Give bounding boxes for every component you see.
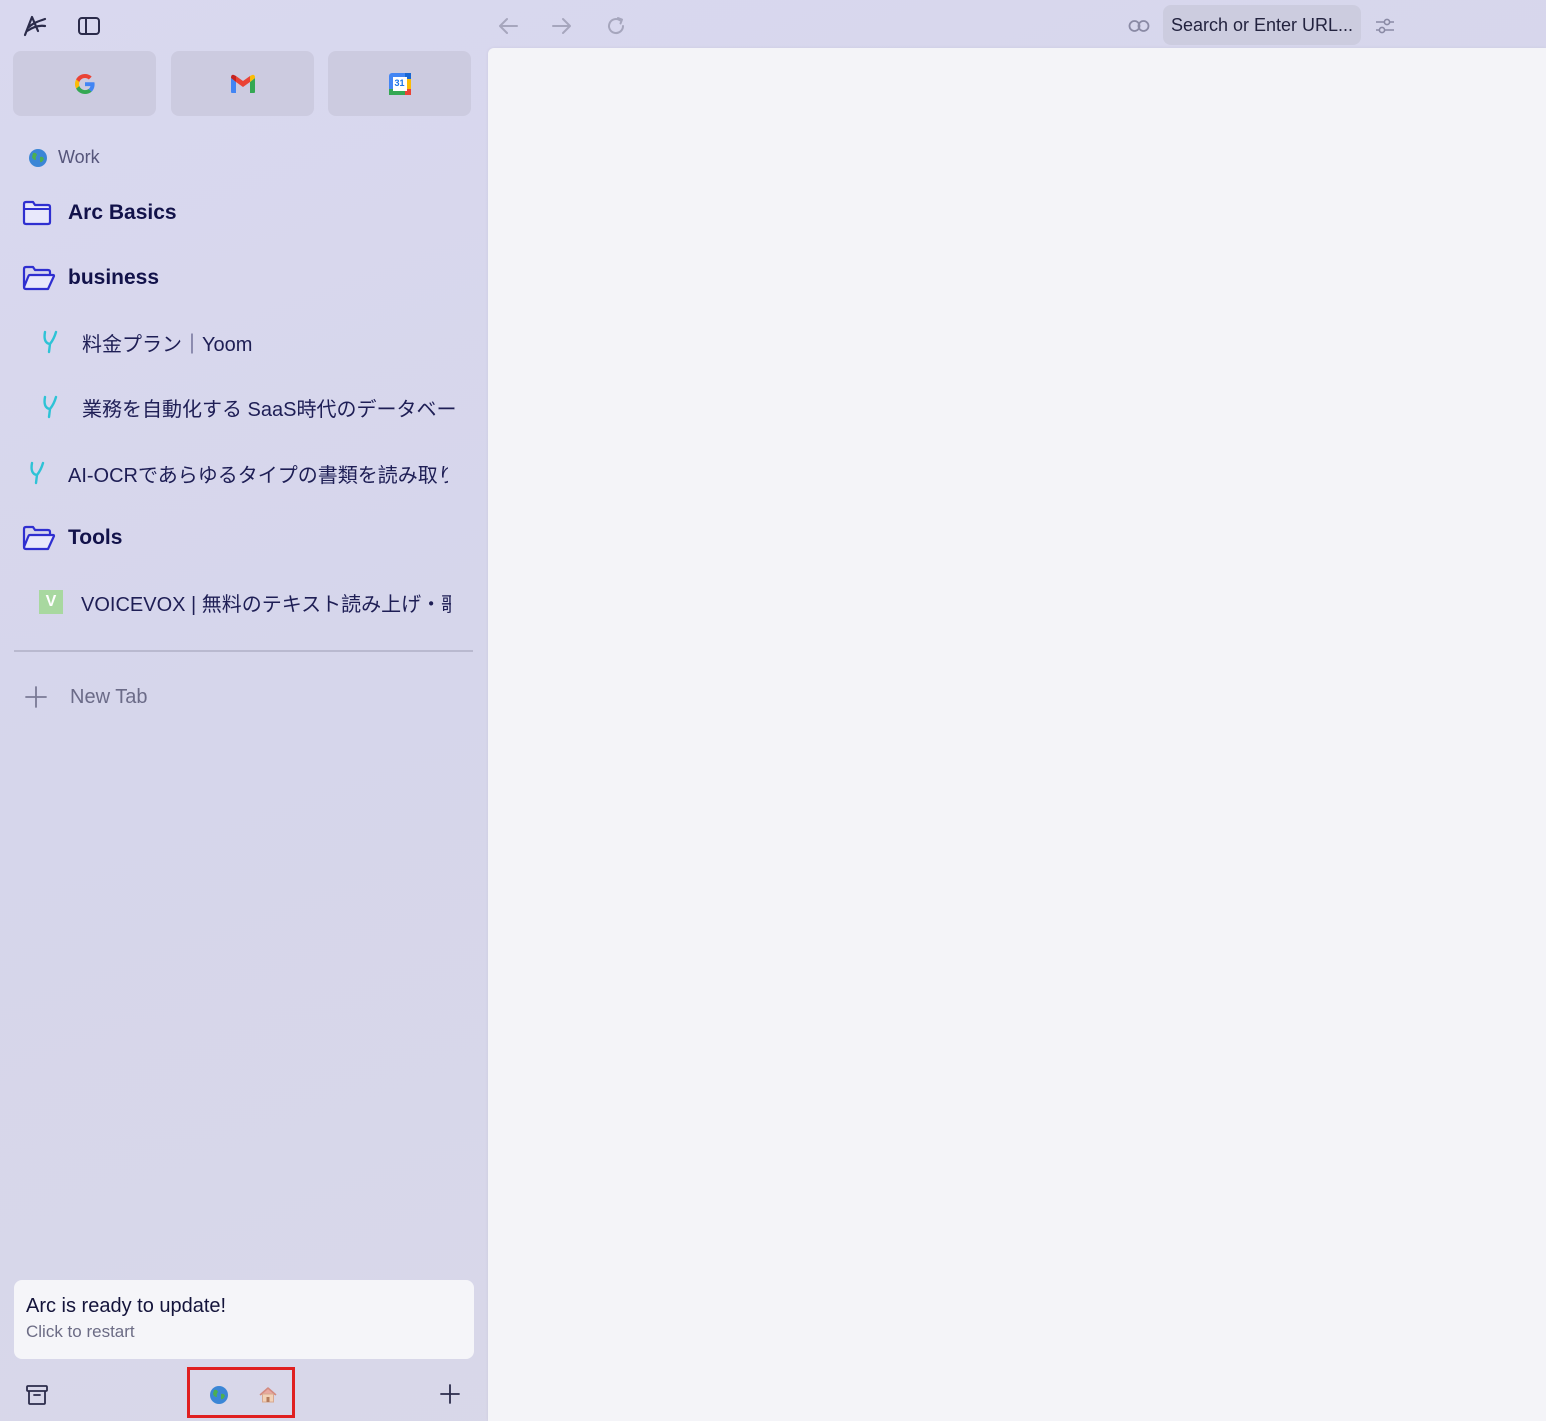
folder-label: Tools <box>68 526 123 549</box>
folder-arc-basics[interactable]: Arc Basics <box>22 196 177 230</box>
globe-icon <box>29 148 47 167</box>
tab-yoom-database[interactable]: 業務を自動化する SaaS時代のデータベース... <box>40 391 457 423</box>
tab-yoom-pricing[interactable]: 料金プラン｜Yoom <box>40 326 452 358</box>
pinned-tab-calendar[interactable]: 31 <box>328 51 471 116</box>
reload-icon[interactable] <box>602 12 630 40</box>
folder-label: business <box>68 266 160 289</box>
folder-business[interactable]: business <box>22 261 159 295</box>
archive-icon[interactable] <box>22 1380 52 1410</box>
new-tab-label: New Tab <box>70 685 148 708</box>
folder-closed-icon <box>22 200 52 226</box>
highlight-box <box>187 1367 295 1418</box>
new-tab-button[interactable]: New Tab <box>24 685 147 709</box>
sliders-icon[interactable] <box>1371 12 1399 40</box>
voicevox-icon: V <box>39 590 63 614</box>
tab-label: 業務を自動化する SaaS時代のデータベース... <box>82 398 457 421</box>
top-bar: Search or Enter URL... <box>0 0 1546 50</box>
tab-voicevox[interactable]: V VOICEVOX | 無料のテキスト読み上げ・歌... <box>39 586 451 618</box>
url-bar[interactable]: Search or Enter URL... <box>1163 5 1361 45</box>
space-title-label: Work <box>58 147 100 167</box>
folder-open-icon <box>22 265 56 291</box>
update-banner[interactable]: Arc is ready to update! Click to restart <box>14 1280 474 1359</box>
plus-icon <box>25 686 47 708</box>
folder-tools[interactable]: Tools <box>22 521 122 555</box>
forward-arrow-icon[interactable] <box>548 12 576 40</box>
calendar-day: 31 <box>394 77 405 88</box>
link-icon[interactable] <box>1125 12 1153 40</box>
folder-label: Arc Basics <box>68 201 177 224</box>
google-icon <box>74 73 95 94</box>
tab-yoom-ai-ocr[interactable]: AI-OCRであらゆるタイプの書類を読み取り、... <box>27 457 448 489</box>
yoom-icon <box>43 395 58 419</box>
yoom-icon <box>43 330 58 354</box>
pinned-tab-gmail[interactable] <box>171 51 314 116</box>
update-title: Arc is ready to update! <box>26 1295 227 1317</box>
tab-label: VOICEVOX | 無料のテキスト読み上げ・歌... <box>81 593 451 616</box>
update-subtitle: Click to restart <box>26 1322 135 1341</box>
arc-logo-icon[interactable] <box>20 12 50 40</box>
tab-label: 料金プラン｜Yoom <box>82 333 253 356</box>
sidebar-divider <box>14 650 473 652</box>
tab-label: AI-OCRであらゆるタイプの書類を読み取り、... <box>68 464 448 487</box>
space-title[interactable]: Work <box>28 147 100 168</box>
web-content-area[interactable] <box>488 48 1546 1421</box>
folder-open-icon <box>22 525 56 551</box>
add-space-plus-icon[interactable] <box>436 1380 464 1408</box>
gmail-icon <box>230 74 255 93</box>
yoom-icon <box>30 461 45 485</box>
sidebar-toggle-icon[interactable] <box>75 12 103 40</box>
pinned-tab-google[interactable] <box>13 51 156 116</box>
calendar-icon: 31 <box>388 72 412 96</box>
url-placeholder: Search or Enter URL... <box>1170 14 1354 35</box>
back-arrow-icon[interactable] <box>494 12 522 40</box>
